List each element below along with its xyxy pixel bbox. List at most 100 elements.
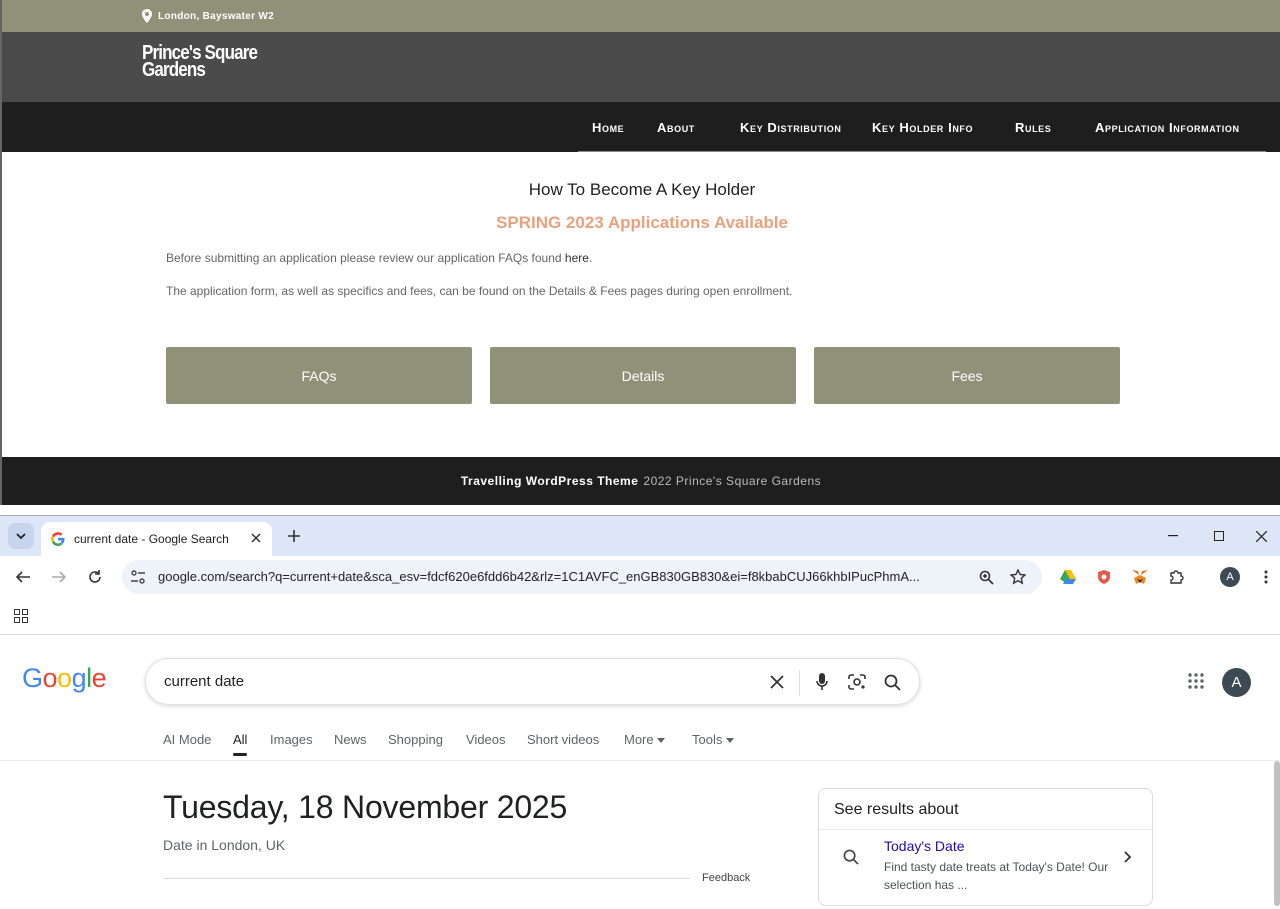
site-logo[interactable]: Prince's Square Gardens	[142, 43, 258, 81]
chevron-down-icon	[16, 533, 26, 539]
search-box[interactable]: current date	[145, 658, 920, 705]
nav-link[interactable]: About	[657, 120, 695, 135]
logo-letter: g	[71, 663, 87, 693]
nav-about[interactable]: About	[657, 102, 695, 152]
details-button[interactable]: Details	[490, 347, 796, 404]
tab-videos[interactable]: Videos	[466, 732, 506, 747]
tab-shopping[interactable]: Shopping	[388, 732, 443, 747]
extensions-puzzle-icon[interactable]	[1164, 565, 1188, 589]
nav-rules[interactable]: Rules	[1015, 102, 1051, 152]
footer-copyright: 2022 Prince's Square Gardens	[643, 474, 822, 488]
page-content: How To Become A Key Holder SPRING 2023 A…	[2, 152, 1280, 457]
url-text: google.com/search?q=current+date&sca_esv…	[158, 569, 920, 584]
tab-all[interactable]: All	[233, 732, 248, 756]
tab-ai-mode[interactable]: AI Mode	[163, 732, 211, 747]
date-location: Date in London, UK	[163, 837, 286, 853]
tab-news[interactable]: News	[334, 732, 367, 747]
caret-down-icon	[657, 738, 666, 744]
panel-result-description: Find tasty date treats at Today's Date! …	[884, 860, 1109, 892]
faqs-button[interactable]: FAQs	[166, 347, 472, 404]
apps-grid-icon[interactable]	[9, 604, 33, 628]
tab-short-videos[interactable]: Short videos	[527, 732, 599, 747]
nav-application-information[interactable]: Application Information	[1095, 102, 1240, 152]
logo-letter: o	[42, 663, 58, 693]
shield-extension-icon[interactable]	[1092, 565, 1116, 589]
voice-search-icon[interactable]	[811, 671, 833, 693]
nav-key-distribution[interactable]: Key Distribution	[740, 102, 842, 152]
page-subtitle: SPRING 2023 Applications Available	[496, 213, 788, 232]
tabs-divider	[0, 760, 1280, 761]
chevron-right-icon[interactable]	[1124, 851, 1132, 863]
tab-more[interactable]: More	[624, 732, 666, 747]
zoom-icon[interactable]	[974, 565, 998, 589]
brand-bar: Prince's Square Gardens	[2, 32, 1280, 102]
reload-icon[interactable]	[83, 565, 107, 589]
main-nav: Home About Key Distribution Key Holder I…	[2, 102, 1280, 152]
site-footer: Travelling WordPress Theme 2022 Prince's…	[2, 457, 1280, 505]
google-results-page: Google current date A AI Mode All Images…	[0, 635, 1280, 909]
location-text: London, Bayswater W2	[158, 10, 275, 22]
caret-down-icon	[725, 738, 734, 744]
search-input[interactable]: current date	[164, 673, 244, 690]
logo-letter: G	[22, 663, 43, 693]
tab-images[interactable]: Images	[270, 732, 313, 747]
active-tab[interactable]: current date - Google Search	[41, 522, 272, 556]
lens-search-icon[interactable]	[846, 671, 868, 693]
feedback-link[interactable]: Feedback	[702, 872, 750, 884]
nav-key-holder-info[interactable]: Key Holder Info	[872, 102, 973, 152]
nav-home[interactable]: Home	[592, 102, 624, 152]
logo-line2: Gardens	[142, 59, 206, 81]
minimize-icon[interactable]	[1150, 516, 1196, 556]
google-favicon-icon	[51, 532, 65, 546]
back-icon[interactable]	[11, 565, 35, 589]
button-row: FAQs Details Fees	[166, 347, 1120, 404]
faq-here-link[interactable]: here	[565, 251, 589, 265]
metamask-icon[interactable]	[1128, 565, 1152, 589]
search-divider	[799, 670, 800, 696]
page-scrollbar[interactable]	[1274, 761, 1280, 906]
nav-link[interactable]: Key Distribution	[740, 120, 842, 135]
account-avatar[interactable]: A	[1222, 668, 1251, 697]
close-window-icon[interactable]	[1242, 516, 1280, 556]
nav-link[interactable]: Home	[592, 120, 624, 135]
see-results-about-panel: See results about Today's Date Find tast…	[818, 788, 1153, 906]
forward-icon[interactable]	[47, 565, 71, 589]
chrome-window: current date - Google Search google.com/…	[0, 515, 1280, 909]
tab-tools[interactable]: Tools	[692, 732, 734, 747]
panel-heading: See results about	[819, 789, 1152, 830]
bookmark-star-icon[interactable]	[1006, 565, 1030, 589]
profile-initial: A	[1220, 567, 1240, 587]
nav-link[interactable]: Rules	[1015, 120, 1051, 135]
google-drive-icon[interactable]	[1056, 565, 1080, 589]
tab-title: current date - Google Search	[74, 532, 229, 546]
tab-strip: current date - Google Search	[0, 516, 1280, 556]
nav-link[interactable]: Key Holder Info	[872, 120, 973, 135]
answer-divider	[163, 878, 690, 879]
new-tab-icon[interactable]	[283, 525, 305, 547]
search-icon[interactable]	[881, 671, 903, 693]
top-info-bar: London, Bayswater W2	[2, 0, 1280, 32]
browser-toolbar: google.com/search?q=current+date&sca_esv…	[0, 556, 1280, 598]
google-logo[interactable]: Google	[22, 663, 107, 694]
current-date: Tuesday, 18 November 2025	[163, 789, 568, 825]
maximize-icon[interactable]	[1196, 516, 1242, 556]
profile-avatar[interactable]: A	[1218, 565, 1242, 589]
close-tab-icon[interactable]	[248, 530, 264, 546]
clear-search-icon[interactable]	[766, 671, 788, 693]
logo-letter: o	[57, 663, 72, 693]
panel-result-title[interactable]: Today's Date	[884, 838, 965, 854]
address-bar[interactable]: google.com/search?q=current+date&sca_esv…	[122, 560, 1042, 594]
location-pin-icon	[142, 9, 152, 23]
tab-search-button[interactable]	[8, 523, 34, 549]
site-info-icon[interactable]	[130, 569, 146, 585]
google-apps-icon[interactable]	[1187, 672, 1205, 695]
menu-kebab-icon[interactable]	[1254, 565, 1278, 589]
nav-link[interactable]: Application Information	[1095, 120, 1240, 135]
fees-button[interactable]: Fees	[814, 347, 1120, 404]
search-tabs: AI Mode All Images News Shopping Videos …	[0, 732, 1280, 762]
footer-theme[interactable]: Travelling WordPress Theme	[461, 474, 639, 488]
bookmarks-bar	[0, 598, 1280, 635]
page-title: How To Become A Key Holder	[528, 180, 756, 199]
faq-paragraph: Before submitting an application please …	[166, 251, 593, 265]
logo-letter: e	[91, 663, 107, 693]
